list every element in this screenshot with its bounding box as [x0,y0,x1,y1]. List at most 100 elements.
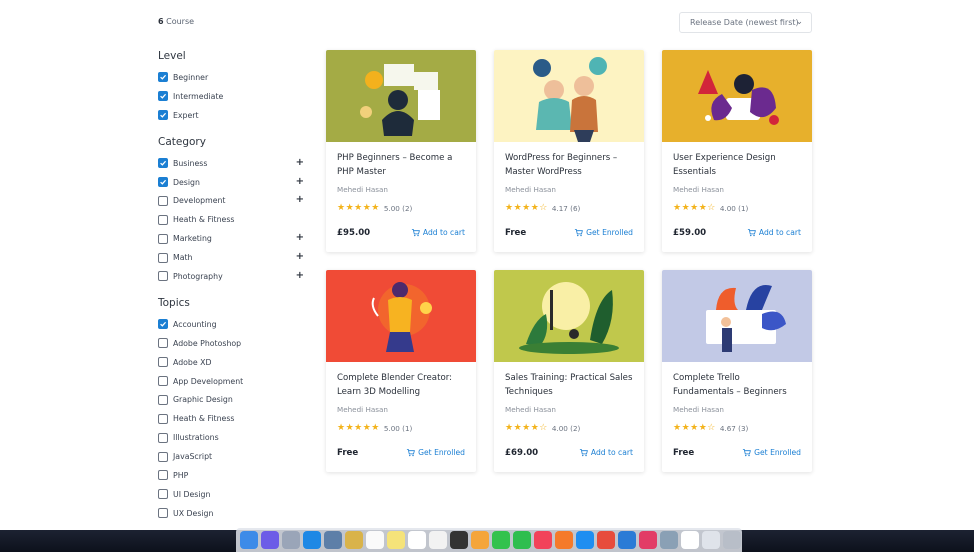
sort-select[interactable]: Release Date (newest first) ⌄ [679,12,812,33]
app-store-icon[interactable] [576,531,594,549]
textedit-icon[interactable] [429,531,447,549]
music-icon[interactable] [534,531,552,549]
course-thumbnail[interactable] [662,270,812,362]
expand-plus-icon[interactable]: + [296,270,304,281]
checkbox[interactable] [158,158,168,169]
course-thumbnail[interactable] [662,50,812,142]
checkbox[interactable] [158,319,168,330]
expand-plus-icon[interactable]: + [296,251,304,262]
filter-item-javascript[interactable]: JavaScript [158,447,308,466]
books-icon[interactable] [555,531,573,549]
finder-icon[interactable] [240,531,258,549]
checkbox[interactable] [158,72,168,83]
checkbox[interactable] [158,394,168,405]
expand-plus-icon[interactable]: + [296,157,304,168]
course-card[interactable]: Sales Training: Practical Sales Techniqu… [494,270,644,472]
checkbox[interactable] [158,110,168,121]
course-title[interactable]: Complete Trello Fundamentals – Beginners [673,372,801,400]
course-title[interactable]: PHP Beginners – Become a PHP Master [337,152,465,180]
filter-item-adobe-xd[interactable]: Adobe XD [158,353,308,372]
messages-icon[interactable] [492,531,510,549]
checkbox[interactable] [158,214,168,225]
course-thumbnail[interactable] [326,50,476,142]
filter-item-beginner[interactable]: Beginner [158,68,308,87]
slack-icon[interactable] [639,531,657,549]
filter-item-development[interactable]: Development + [158,191,308,210]
preview-icon[interactable] [324,531,342,549]
get-enrolled-button[interactable]: Get Enrolled [406,448,465,457]
chrome-icon[interactable] [597,531,615,549]
filter-item-design[interactable]: Design + [158,173,308,192]
filter-item-graphic-design[interactable]: Graphic Design [158,390,308,409]
filter-item-expert[interactable]: Expert [158,106,308,125]
elephant-icon[interactable] [660,531,678,549]
notes-icon[interactable] [345,531,363,549]
photos-icon[interactable] [471,531,489,549]
vscode-icon[interactable] [618,531,636,549]
filter-item-intermediate[interactable]: Intermediate [158,87,308,106]
facetime-icon[interactable] [513,531,531,549]
cart-icon [747,228,756,237]
reminders-icon[interactable] [408,531,426,549]
course-thumbnail[interactable] [494,50,644,142]
filter-item-illustrations[interactable]: Illustrations [158,428,308,447]
filter-item-heath-fitness[interactable]: Heath & Fitness [158,210,308,229]
filter-item-accounting[interactable]: Accounting [158,315,308,334]
filter-item-business[interactable]: Business + [158,154,308,173]
checkbox[interactable] [158,338,168,349]
expand-plus-icon[interactable]: + [296,232,304,243]
checkbox[interactable] [158,357,168,368]
course-card[interactable]: Complete Blender Creator: Learn 3D Model… [326,270,476,472]
course-title[interactable]: User Experience Design Essentials [673,152,801,180]
course-thumbnail[interactable] [494,270,644,362]
checkbox[interactable] [158,233,168,244]
course-author: Mehedi Hasan [505,405,556,414]
checkbox[interactable] [158,432,168,443]
rating-value: 5.00 [383,203,400,213]
checkbox[interactable] [158,177,168,187]
filter-item-ui-design[interactable]: UI Design [158,485,308,504]
checkbox[interactable] [158,508,168,519]
course-title[interactable]: Sales Training: Practical Sales Techniqu… [505,372,633,400]
get-enrolled-button[interactable]: Get Enrolled [574,228,633,237]
expand-plus-icon[interactable]: + [296,194,304,205]
documents-icon[interactable] [681,531,699,549]
course-card[interactable]: User Experience Design Essentials Mehedi … [662,50,812,252]
course-title[interactable]: Complete Blender Creator: Learn 3D Model… [337,372,465,400]
checkbox[interactable] [158,413,168,424]
filter-item-app-development[interactable]: App Development [158,372,308,391]
checkbox[interactable] [158,376,168,387]
trash-icon[interactable] [723,531,741,549]
expand-plus-icon[interactable]: + [296,176,304,187]
filter-item-photography[interactable]: Photography + [158,267,308,286]
calendar-icon[interactable] [366,531,384,549]
filter-item-php[interactable]: PHP [158,466,308,485]
get-enrolled-button[interactable]: Get Enrolled [742,448,801,457]
checkbox[interactable] [158,195,168,206]
course-card[interactable]: WordPress for Beginners – Master WordPre… [494,50,644,252]
finder-window-icon[interactable] [702,531,720,549]
safari-icon[interactable] [303,531,321,549]
launchpad-icon[interactable] [282,531,300,549]
filter-item-marketing[interactable]: Marketing + [158,229,308,248]
course-thumbnail[interactable] [326,270,476,362]
course-card[interactable]: Complete Trello Fundamentals – Beginners… [662,270,812,472]
filter-item-ux-design[interactable]: UX Design [158,504,308,523]
checkbox[interactable] [158,91,168,102]
checkbox[interactable] [158,252,168,263]
filter-item-math[interactable]: Math + [158,248,308,267]
add-to-cart-button[interactable]: Add to cart [579,448,633,457]
checkbox[interactable] [158,489,168,500]
checkbox[interactable] [158,451,168,462]
stickies-icon[interactable] [387,531,405,549]
quicktime-icon[interactable] [450,531,468,549]
filter-item-adobe-photoshop[interactable]: Adobe Photoshop [158,334,308,353]
course-title[interactable]: WordPress for Beginners – Master WordPre… [505,152,633,180]
checkbox[interactable] [158,271,168,282]
add-to-cart-button[interactable]: Add to cart [411,228,465,237]
course-card[interactable]: PHP Beginners – Become a PHP Master Mehed… [326,50,476,252]
filter-item-heath-fitness[interactable]: Heath & Fitness [158,409,308,428]
checkbox[interactable] [158,470,168,481]
siri-icon[interactable] [261,531,279,549]
add-to-cart-button[interactable]: Add to cart [747,228,801,237]
